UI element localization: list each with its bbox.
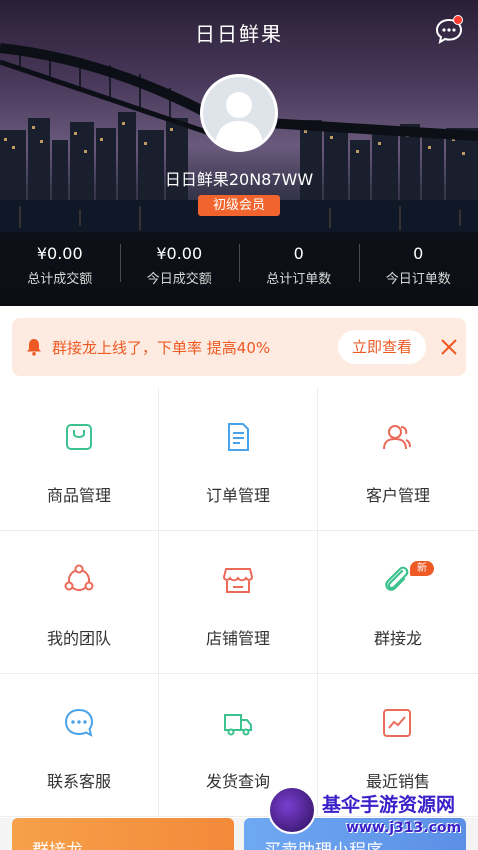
stat-label: 总计订单数 <box>266 272 332 287</box>
stat-label: 今日成交额 <box>146 272 212 287</box>
notice-section: 群接龙上线了，下单率 提高40% 立即查看 <box>0 306 478 388</box>
watermark-title: 基伞手游资源网 <box>322 794 456 816</box>
watermark-url: www.j313.com <box>346 820 462 836</box>
grid-label: 联系客服 <box>46 772 111 791</box>
notice-banner: 群接龙上线了，下单率 提高40% 立即查看 <box>12 318 466 376</box>
grid-item-products[interactable]: 商品管理 <box>0 388 159 531</box>
stat-today-sales[interactable]: ¥0.00 今日成交额 <box>119 232 240 306</box>
shopping-bag-icon <box>66 424 92 450</box>
group-solitaire-card[interactable]: 群接龙 <box>12 818 234 850</box>
member-level-badge: 初级会员 <box>198 195 280 216</box>
unread-dot <box>453 15 463 25</box>
chat-icon <box>64 708 94 737</box>
grid-item-orders[interactable]: 订单管理 <box>159 388 318 531</box>
new-badge: 新 <box>410 561 434 576</box>
grid-label: 店铺管理 <box>205 629 270 648</box>
watermark: 基伞手游资源网 www.j313.com <box>266 784 474 844</box>
grid-label: 客户管理 <box>365 486 430 505</box>
grid-label: 订单管理 <box>205 486 270 505</box>
stat-total-sales[interactable]: ¥0.00 总计成交额 <box>0 232 120 306</box>
grid-item-team[interactable]: 我的团队 <box>0 531 159 674</box>
grid-item-store[interactable]: 店铺管理 <box>159 531 318 674</box>
grid-item-group-solitaire[interactable]: 新 群接龙 <box>318 531 478 674</box>
stat-label: 今日订单数 <box>385 272 451 287</box>
grid-label: 我的团队 <box>46 629 111 648</box>
paperclip-icon <box>385 566 409 591</box>
stat-value: ¥0.00 <box>156 244 203 263</box>
stat-value: 0 <box>293 244 304 263</box>
bell-icon <box>27 339 41 356</box>
app-title: 日日鲜果 <box>195 22 283 46</box>
view-now-button[interactable]: 立即查看 <box>338 330 426 364</box>
store-icon <box>222 568 254 593</box>
team-icon <box>64 564 94 591</box>
message-button[interactable] <box>434 15 464 46</box>
profile-header: 日日鲜果 日日鲜果20N87WW 初级会员 ¥0.00 总计成交额 ¥0.00 <box>0 0 478 306</box>
watermark-logo-icon <box>268 786 316 834</box>
stat-total-orders[interactable]: 0 总计订单数 <box>239 232 359 306</box>
stat-value: ¥0.00 <box>36 244 83 263</box>
truck-icon <box>224 714 252 736</box>
grid-label: 群接龙 <box>373 629 422 648</box>
avatar[interactable] <box>200 74 278 152</box>
chart-icon <box>383 709 411 737</box>
users-icon <box>383 425 411 450</box>
grid-label: 商品管理 <box>46 486 111 505</box>
user-avatar-icon <box>215 92 263 149</box>
grid-item-customers[interactable]: 客户管理 <box>318 388 478 531</box>
card-label: 群接龙 <box>32 836 83 850</box>
app-screen: 日日鲜果 日日鲜果20N87WW 初级会员 ¥0.00 总计成交额 ¥0.00 <box>0 0 478 850</box>
feature-grid: 商品管理 订单管理 客户管理 我的团队 店铺管理 新 群接龙 联系客服 发货查询… <box>0 388 478 818</box>
document-icon <box>228 423 249 451</box>
grid-item-support[interactable]: 联系客服 <box>0 674 159 817</box>
notice-text: 群接龙上线了，下单率 提高40% <box>52 339 271 357</box>
stat-label: 总计成交额 <box>27 272 93 287</box>
stat-today-orders[interactable]: 0 今日订单数 <box>358 232 478 306</box>
close-icon[interactable] <box>440 338 458 356</box>
stats-bar: ¥0.00 总计成交额 ¥0.00 今日成交额 0 总计订单数 0 今日订单数 <box>0 232 478 306</box>
store-name: 日日鲜果20N87WW <box>164 170 314 189</box>
stat-value: 0 <box>413 244 424 263</box>
